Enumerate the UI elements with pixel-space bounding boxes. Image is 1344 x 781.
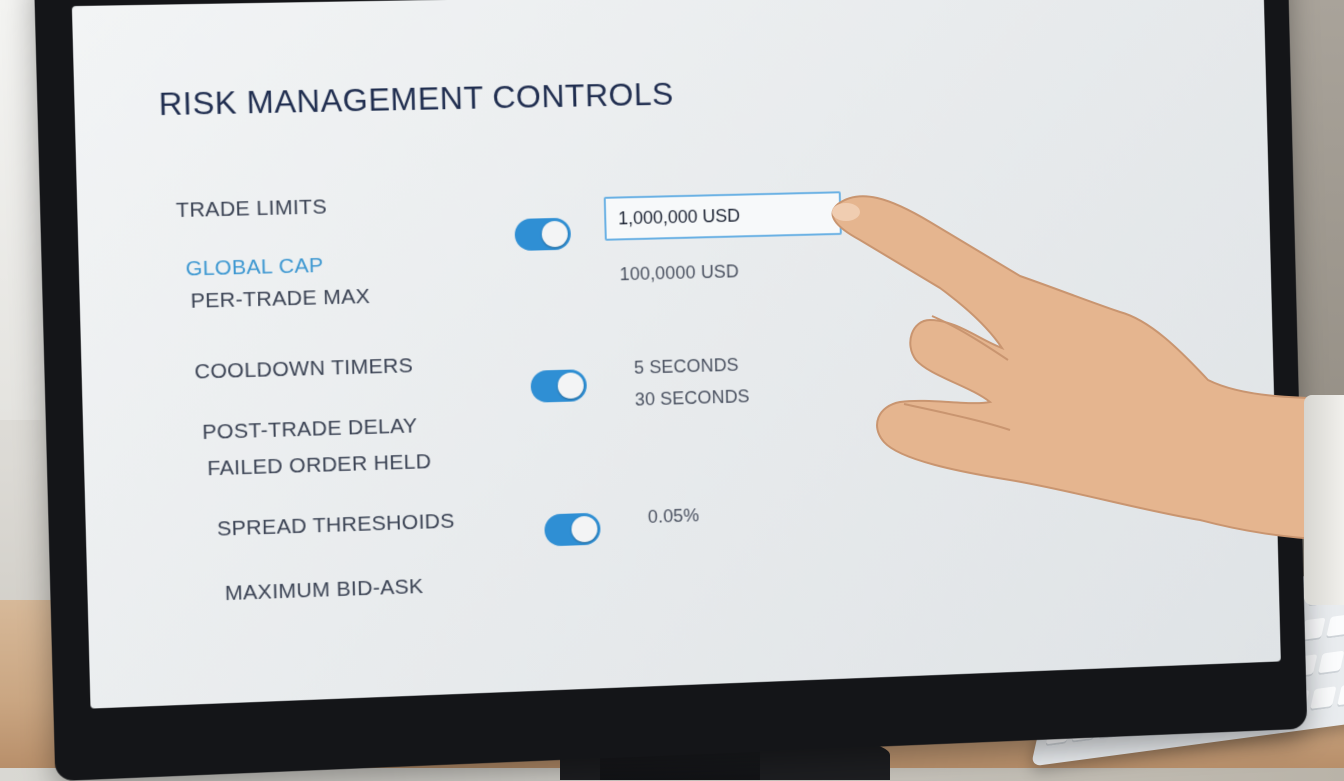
- per-trade-max-value: 100,0000 USD: [619, 261, 740, 285]
- post-trade-delay-value: 5 SECONDS: [633, 354, 740, 378]
- keyboard-key: [1326, 614, 1344, 639]
- keyboard-key: [1317, 650, 1344, 675]
- setting-label-maximum-bid-ask[interactable]: MAXIMUM BID-ASK: [225, 575, 424, 606]
- maximum-bid-ask-value: 0.05%: [647, 505, 700, 527]
- toggle-knob: [557, 372, 585, 399]
- keyboard-key: [1336, 682, 1344, 708]
- hand-shape: [831, 195, 1344, 542]
- trade-limits-toggle[interactable]: [514, 217, 572, 252]
- page-title: RISK MANAGEMENT CONTROLS: [158, 75, 675, 123]
- pointing-hand: [831, 195, 1344, 542]
- toggle-knob: [571, 515, 598, 543]
- section-label-trade-limits: TRADE LIMITS: [175, 195, 328, 223]
- setting-label-per-trade-max[interactable]: PER-TRADE MAX: [190, 285, 370, 314]
- keyboard-key: [1309, 686, 1337, 711]
- global-cap-input[interactable]: [603, 191, 842, 241]
- section-label-spread-thresholds: SPREAD THRESHOIDS: [216, 509, 455, 541]
- setting-label-post-trade-delay[interactable]: POST-TRADE DELAY: [202, 414, 418, 445]
- sleeve: [1304, 395, 1344, 605]
- spread-thresholds-toggle[interactable]: [544, 512, 601, 547]
- setting-label-global-cap[interactable]: GLOBAL CAP: [185, 254, 323, 282]
- toggle-knob: [541, 220, 569, 248]
- cooldown-timers-toggle[interactable]: [530, 369, 588, 403]
- failed-order-held-value: 30 SECONDS: [634, 386, 750, 410]
- fingernail: [832, 203, 860, 221]
- section-label-cooldown-timers: COOLDOWN TIMERS: [194, 354, 414, 384]
- setting-label-failed-order-held[interactable]: FAILED ORDER HELD: [207, 450, 432, 481]
